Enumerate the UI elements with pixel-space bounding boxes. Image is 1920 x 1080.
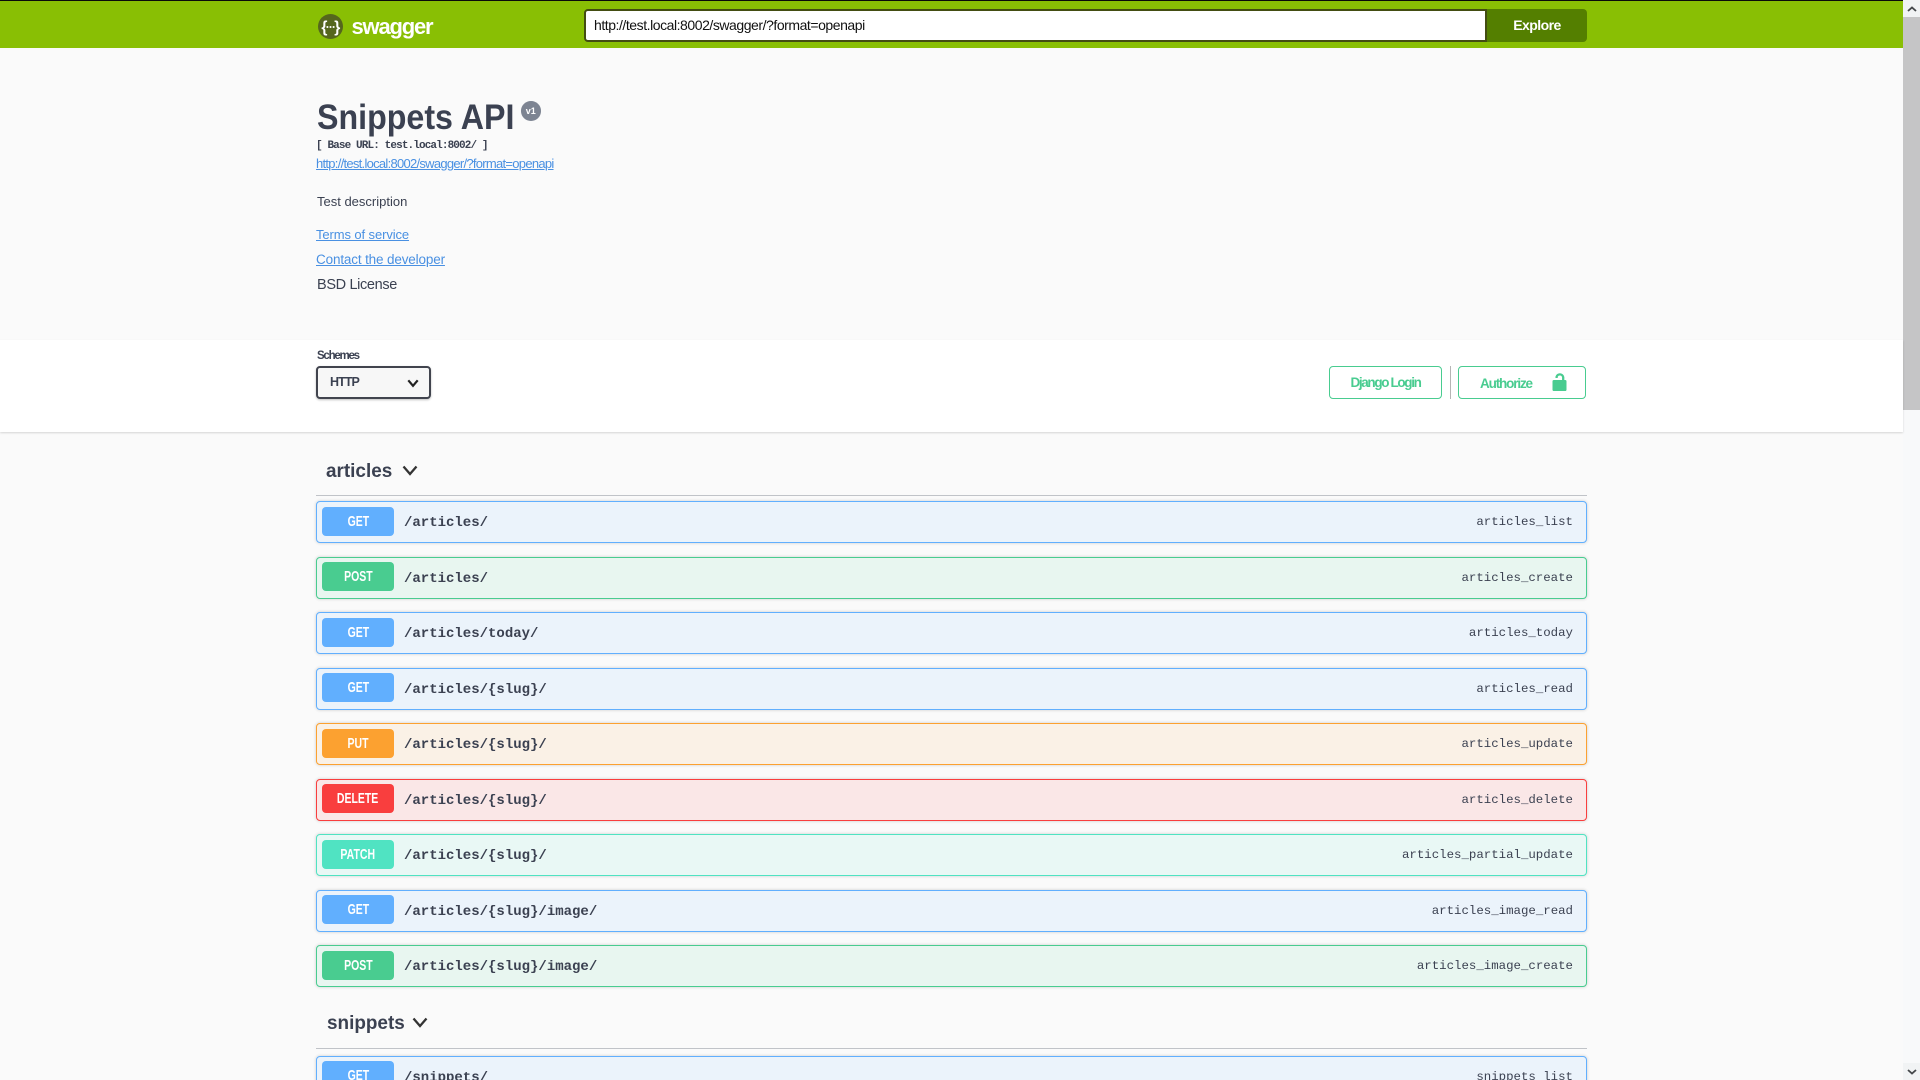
svg-text:}: } bbox=[334, 19, 340, 36]
